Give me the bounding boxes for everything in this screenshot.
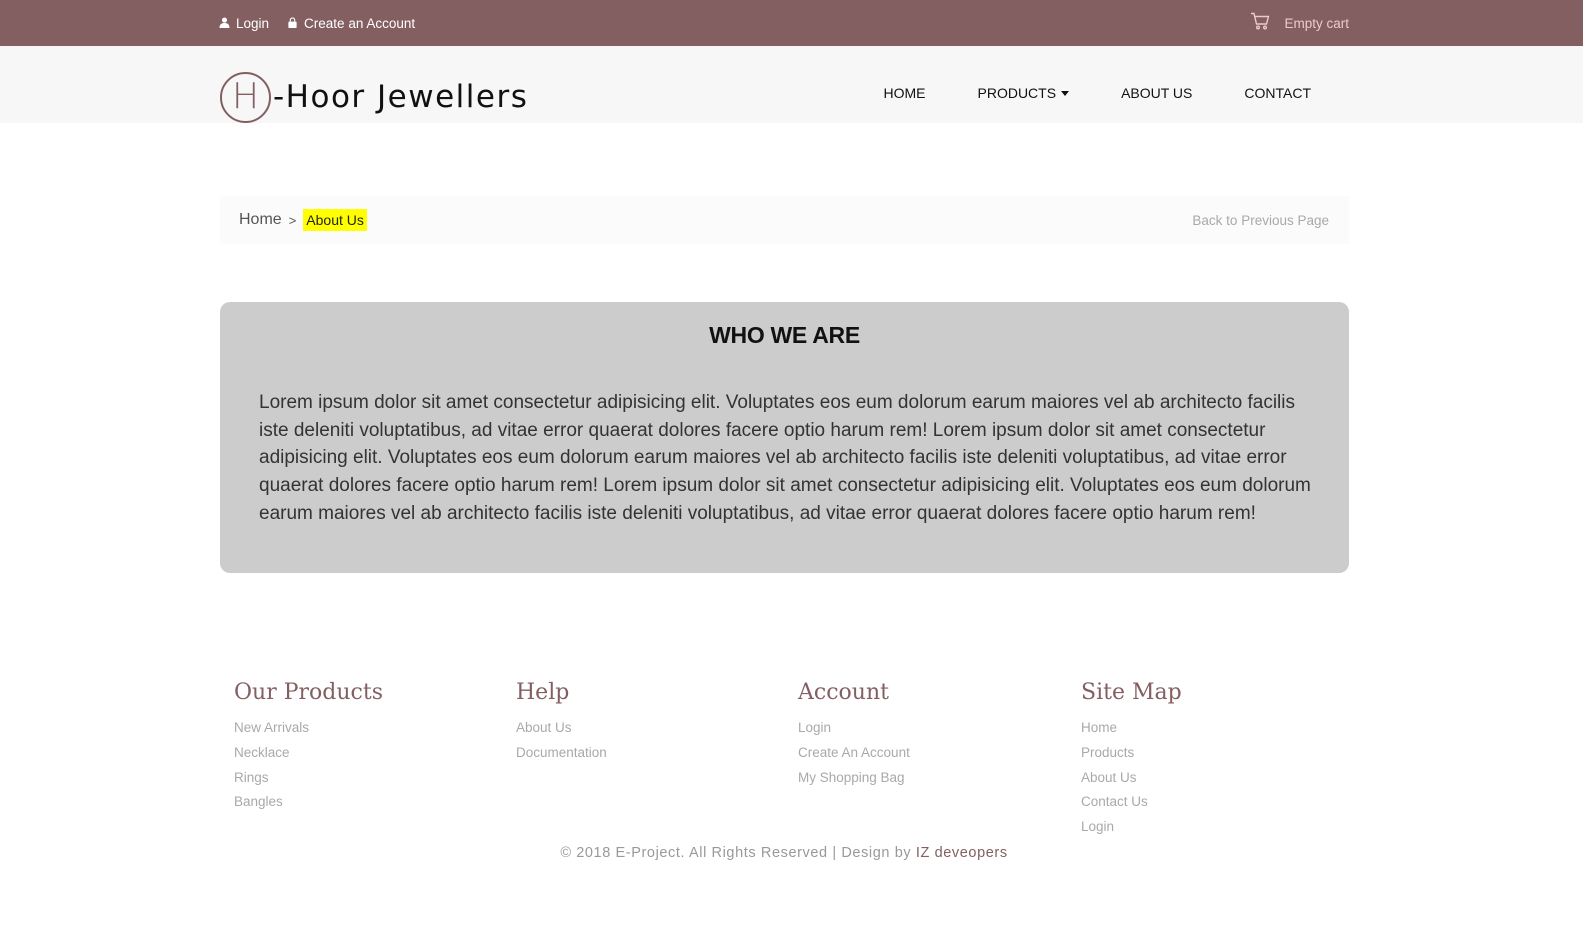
copyright: © 2018 E-Project. All Rights Reserved | …: [0, 845, 1568, 861]
nav-home-label: HOME: [883, 85, 926, 101]
designer-link[interactable]: IZ deveopers: [916, 845, 1008, 861]
footer-link[interactable]: About Us: [516, 716, 607, 741]
breadcrumb: Home > About Us Back to Previous Page: [220, 196, 1349, 244]
footer-link[interactable]: About Us: [1081, 766, 1182, 791]
nav-contact[interactable]: CONTACT: [1218, 85, 1337, 101]
chevron-down-icon: [1061, 90, 1070, 96]
footer-col-account: Account Login Create An Account My Shopp…: [798, 680, 910, 790]
breadcrumb-separator: >: [288, 212, 297, 228]
main-nav: HOME PRODUCTS ABOUT US CONTACT: [858, 72, 1338, 114]
footer-link[interactable]: Login: [1081, 815, 1182, 840]
about-title: WHO WE ARE: [709, 322, 860, 348]
nav-products[interactable]: PRODUCTS: [952, 85, 1096, 101]
about-body: Lorem ipsum dolor sit amet consectetur a…: [259, 392, 1311, 524]
cart-icon[interactable]: [1250, 12, 1270, 35]
footer-link[interactable]: Home: [1081, 716, 1182, 741]
footer-link[interactable]: New Arrivals: [234, 716, 383, 741]
login-label: Login: [236, 15, 270, 31]
footer-col-title: Site Map: [1081, 680, 1182, 705]
footer-col-title: Account: [798, 680, 889, 705]
footer-col-products: Our Products New Arrivals Necklace Rings…: [234, 680, 383, 815]
footer-link[interactable]: Necklace: [234, 741, 383, 766]
nav-about[interactable]: ABOUT US: [1095, 85, 1218, 101]
copyright-text: © 2018 E-Project. All Rights Reserved | …: [560, 845, 916, 861]
user-icon: [219, 16, 230, 31]
create-account-label: Create an Account: [304, 15, 416, 31]
footer-col-title: Help: [516, 680, 570, 705]
breadcrumb-home[interactable]: Home: [239, 211, 282, 229]
back-to-previous-link[interactable]: Back to Previous Page: [1192, 196, 1329, 244]
breadcrumb-trail: Home > About Us: [239, 196, 367, 244]
nav-products-label: PRODUCTS: [977, 85, 1057, 101]
footer-link[interactable]: Documentation: [516, 741, 607, 766]
footer-col-sitemap: Site Map Home Products About Us Contact …: [1081, 680, 1182, 840]
logo-text: -Hoor Jewellers: [273, 79, 529, 115]
cart-area: Empty cart: [1250, 0, 1349, 46]
footer-link[interactable]: Contact Us: [1081, 790, 1182, 815]
nav-about-label: ABOUT US: [1121, 85, 1193, 101]
footer-link[interactable]: Products: [1081, 741, 1182, 766]
top-bar: Login Create an Account Empty cart: [0, 0, 1583, 46]
site-logo[interactable]: H -Hoor Jewellers: [220, 71, 528, 123]
footer-columns: Our Products New Arrivals Necklace Rings…: [234, 680, 1349, 840]
lock-icon: [287, 16, 298, 31]
empty-cart-link[interactable]: Empty cart: [1284, 16, 1349, 31]
logo-circle: H: [220, 71, 271, 123]
nav-home[interactable]: HOME: [858, 85, 952, 101]
about-panel: WHO WE ARE Lorem ipsum dolor sit amet co…: [220, 302, 1349, 573]
nav-contact-label: CONTACT: [1244, 85, 1311, 101]
login-link[interactable]: Login: [219, 16, 269, 31]
create-account-link[interactable]: Create an Account: [287, 16, 415, 31]
footer-col-title: Our Products: [234, 680, 383, 705]
breadcrumb-current: About Us: [303, 209, 367, 231]
account-links: Login Create an Account: [219, 0, 415, 46]
footer-link[interactable]: Login: [798, 716, 910, 741]
footer-link[interactable]: My Shopping Bag: [798, 766, 910, 791]
footer-col-help: Help About Us Documentation: [516, 680, 607, 766]
footer-link[interactable]: Rings: [234, 766, 383, 791]
footer-link[interactable]: Bangles: [234, 790, 383, 815]
footer-link[interactable]: Create An Account: [798, 741, 910, 766]
